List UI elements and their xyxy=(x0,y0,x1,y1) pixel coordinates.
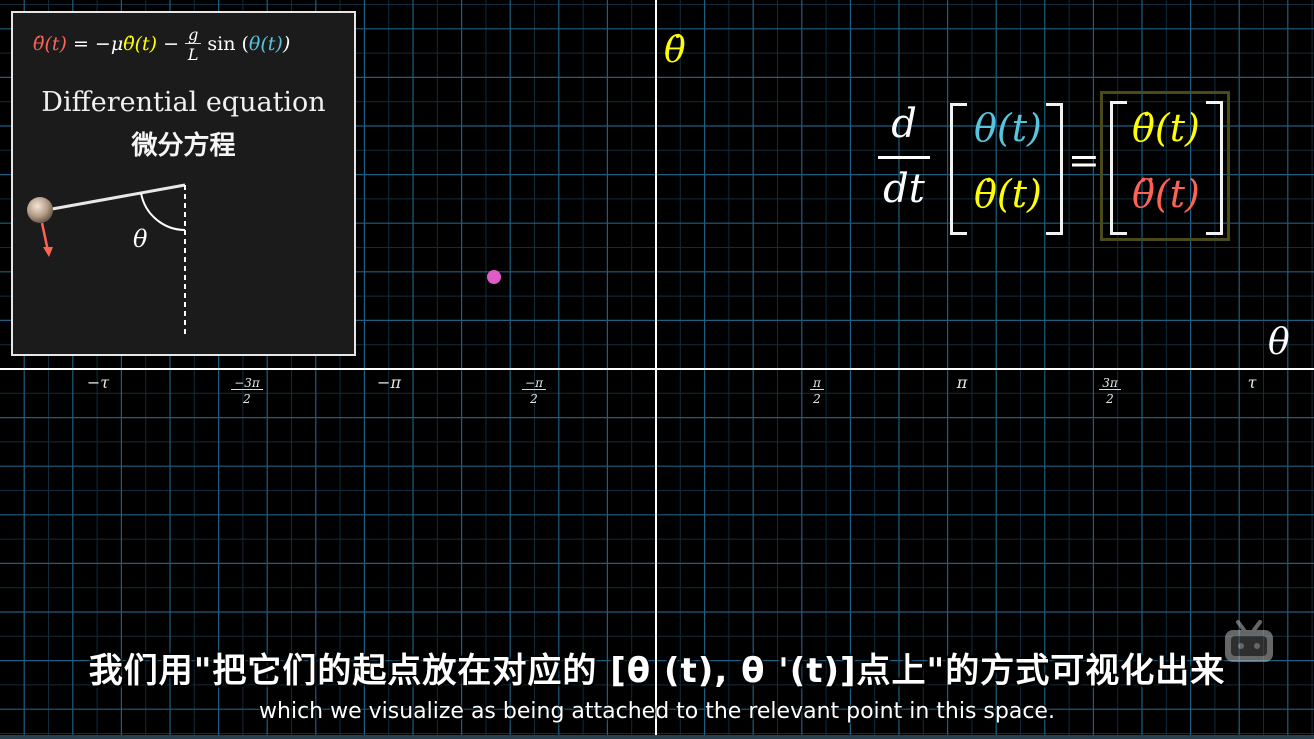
x-tick-label: π xyxy=(956,373,968,392)
x-tick-label: −π 2 xyxy=(514,377,554,407)
y-axis-label: θ̇ xyxy=(664,30,686,71)
left-vector-top: θ(t) xyxy=(974,106,1042,150)
progress-strip xyxy=(0,735,1314,739)
x-tick-label: −τ xyxy=(86,373,110,392)
x-tick-label: −3π 2 xyxy=(227,377,267,407)
arrow-head-icon xyxy=(43,247,53,257)
equals-sign: = xyxy=(1068,138,1100,182)
left-vector-bottom: θ̇(t) xyxy=(974,172,1042,216)
derivative-operator: d dt xyxy=(878,104,930,209)
right-vector-bracket-close xyxy=(1206,101,1223,235)
left-vector-bracket-open xyxy=(950,103,967,235)
dt-denominator: dt xyxy=(883,166,925,212)
state-point xyxy=(486,270,501,284)
subtitle-english: which we visualize as being attached to … xyxy=(259,699,1055,724)
bilibili-tv-icon xyxy=(1225,620,1273,662)
d-numerator: d xyxy=(891,101,917,147)
pendulum-diagram xyxy=(27,183,186,335)
right-vector-top: θ̇(t) xyxy=(1132,106,1200,150)
x-tick-label: π2 xyxy=(797,377,837,407)
left-vector-bracket-close xyxy=(1046,103,1063,235)
x-tick-label: 3π 2 xyxy=(1090,377,1130,407)
pendulum-inset: θ̈(t) = −μθ̇(t) − gL sin (θ(t)) Differen… xyxy=(11,11,356,356)
right-vector-bracket-open xyxy=(1110,101,1127,235)
angle-label: θ xyxy=(133,225,148,253)
angle-arc xyxy=(140,192,186,231)
x-tick-label: τ xyxy=(1247,373,1257,392)
pendulum-rod xyxy=(40,183,186,213)
acceleration-arrow xyxy=(40,222,50,252)
subtitle-chinese: 我们用"把它们的起点放在对应的 [θ (t), θ '(t)]点上"的方式可视化… xyxy=(88,651,1226,691)
fraction-bar xyxy=(878,156,930,159)
pendulum-bob xyxy=(27,197,53,223)
x-tick-label: −π xyxy=(377,373,401,392)
x-axis-label: θ xyxy=(1268,322,1290,363)
right-vector-bottom: θ̈(t) xyxy=(1132,172,1200,216)
